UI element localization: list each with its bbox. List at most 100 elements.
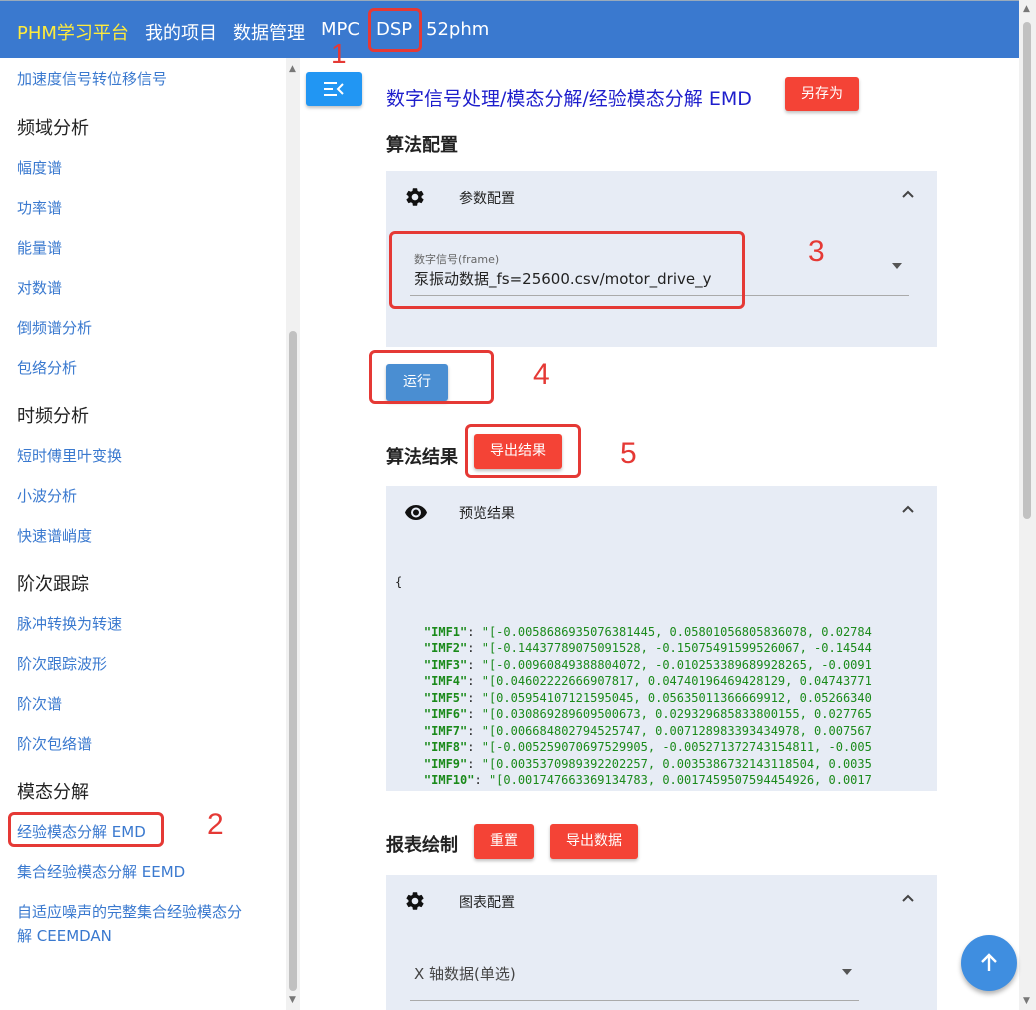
scroll-up-arrow-icon[interactable]: ▲ [289,64,296,74]
annotation-number-3: 3 [808,235,825,268]
json-key: "IMF9" [423,756,468,771]
sidebar: 加速度信号转位移信号 频域分析 幅度谱 功率谱 能量谱 对数谱 倒频谱分析 包络… [0,58,300,1010]
collapse-sidebar-button[interactable] [306,72,362,106]
menu-collapse-icon [324,82,344,96]
sidebar-item-wavelet[interactable]: 小波分析 [17,485,77,506]
json-line: "IMF10": "[0.001747663369134783, 0.00174… [423,773,872,787]
save-as-button[interactable]: 另存为 [785,77,859,111]
chevron-up-icon[interactable] [901,504,915,514]
json-key: "IMF1" [423,624,468,639]
select-underline [410,1000,859,1001]
sidebar-item-pulse-to-speed[interactable]: 脉冲转换为转速 [17,613,122,634]
export-data-button[interactable]: 导出数据 [550,824,638,859]
page-scrollbar[interactable]: ▲ ▼ [1019,0,1036,1010]
json-key: "IMF2" [423,641,468,655]
json-key: "IMF6" [423,707,468,721]
sidebar-item-energy-spectrum[interactable]: 能量谱 [17,237,62,258]
arrow-up-icon [981,953,997,971]
sidebar-heading-modal-decomposition: 模态分解 [17,782,89,803]
json-value: "[0.04602222666907817, 0.047401964694281… [481,674,872,688]
sidebar-item-stft[interactable]: 短时傅里叶变换 [17,445,122,466]
json-line: "IMF11": "[0.0002847159157008154, 0.0002… [395,789,937,790]
annotation-number-4: 4 [533,358,550,391]
sidebar-item-amplitude-spectrum[interactable]: 幅度谱 [17,157,62,178]
sidebar-heading-order-tracking: 阶次跟踪 [17,574,89,595]
preview-panel-header[interactable]: 预览结果 [386,486,937,538]
json-value: "[0.0035370989392202257, 0.0035386732143… [481,756,872,771]
sidebar-item-power-spectrum[interactable]: 功率谱 [17,197,62,218]
json-line: "IMF5": "[0.05954107121595045, 0.0563501… [423,690,872,705]
json-key: "IMF10" [423,773,475,787]
sidebar-item-envelope[interactable]: 包络分析 [17,357,77,378]
json-line: "IMF1": "[-0.0058686935076381445, 0.0580… [423,624,872,639]
json-preview: { "IMF1": "[-0.0058686935076381445, 0.05… [386,541,937,789]
preview-result-panel: 预览结果 { "IMF1": "[-0.0058686935076381445,… [386,486,937,791]
scroll-down-arrow-icon[interactable]: ▼ [1023,996,1030,1006]
json-line: "IMF2": "[-0.14437789075091528, -0.15075… [423,641,872,655]
json-value: "[-0.00960849388804072, -0.0102533896899… [481,657,872,672]
json-line: "IMF9": "[0.0035370989392202257, 0.00353… [423,756,872,771]
json-line: "IMF8": "[-0.005259070697529905, -0.0052… [423,740,872,754]
json-lines: "IMF1": "[-0.0058686935076381445, 0.0580… [395,624,937,790]
annotation-number-5: 5 [620,437,637,470]
param-panel-title: 参数配置 [459,191,515,207]
sidebar-item-cepstrum[interactable]: 倒频谱分析 [17,317,92,338]
nav-mpc[interactable]: MPC [321,19,360,40]
x-axis-select[interactable]: X 轴数据(单选) [414,963,516,984]
json-key: "IMF8" [423,740,468,754]
report-title: 报表绘制 [386,835,458,856]
sidebar-item-eemd[interactable]: 集合经验模态分解 EEMD [17,861,185,882]
sidebar-item-fast-kurtogram[interactable]: 快速谱峭度 [17,525,92,546]
chart-config-panel: 图表配置 X 轴数据(单选) [386,875,937,1010]
annotation-box-3 [389,231,745,309]
json-value: "[0.001747663369134783, 0.00174595075944… [488,773,872,787]
chevron-up-icon[interactable] [901,893,915,903]
eye-icon [405,505,427,520]
scroll-up-arrow-icon[interactable]: ▲ [1023,4,1030,14]
chart-panel-title: 图表配置 [459,895,515,911]
algo-config-title: 算法配置 [386,135,458,156]
json-value: "[0.030869289609500673, 0.02932968583380… [481,707,872,721]
sidebar-item-accel-to-disp[interactable]: 加速度信号转位移信号 [17,68,167,89]
breadcrumb: 数字信号处理/模态分解/经验模态分解 EMD [386,88,752,110]
nav-data-management[interactable]: 数据管理 [233,19,305,45]
sidebar-item-ceemdan[interactable]: 自适应噪声的完整集合经验模态分 [17,901,242,922]
caret-down-icon[interactable] [892,263,902,269]
nav-52phm[interactable]: 52phm [426,19,489,40]
sidebar-item-order-spectrum[interactable]: 阶次谱 [17,693,62,714]
caret-down-icon[interactable] [842,969,852,975]
sidebar-item-ceemdan-line2[interactable]: 解 CEEMDAN [17,925,112,946]
json-key: "IMF5" [423,690,468,705]
annotation-box-2 [8,812,164,847]
json-line: "IMF3": "[-0.00960849388804072, -0.01025… [423,657,872,672]
chevron-up-icon[interactable] [901,189,915,199]
scroll-down-arrow-icon[interactable]: ▼ [289,995,296,1005]
brand-logo[interactable]: PHM学习平台 [17,19,129,45]
top-navbar: PHM学习平台 我的项目 数据管理 MPC DSP 52phm [0,0,1036,58]
sidebar-heading-time-frequency: 时频分析 [17,406,89,427]
json-line: "IMF7": "[0.006684802794525747, 0.007128… [423,723,872,738]
page-scroll-thumb[interactable] [1023,22,1031,519]
sidebar-heading-frequency: 频域分析 [17,118,89,139]
sidebar-item-order-envelope[interactable]: 阶次包络谱 [17,733,92,754]
json-value: "[-0.14437789075091528, -0.1507549159952… [481,641,872,655]
chart-panel-header[interactable]: 图表配置 [386,875,937,927]
json-value: "[-0.0058686935076381445, 0.058010568058… [481,624,872,639]
annotation-number-2: 2 [207,808,224,841]
algo-result-title: 算法结果 [386,447,458,468]
json-key: "IMF4" [423,674,468,688]
preview-panel-title: 预览结果 [459,506,515,522]
json-key: "IMF3" [423,657,468,672]
back-to-top-button[interactable] [961,935,1017,991]
json-line: "IMF4": "[0.04602222666907817, 0.0474019… [423,674,872,688]
sidebar-scroll-thumb[interactable] [289,331,297,991]
json-value: "[-0.005259070697529905, -0.005271372743… [481,740,872,754]
sidebar-item-log-spectrum[interactable]: 对数谱 [17,277,62,298]
sidebar-item-order-waveform[interactable]: 阶次跟踪波形 [17,653,107,674]
json-value: "[0.006684802794525747, 0.00712898339343… [481,723,872,738]
json-value: "[0.05954107121595045, 0.056350113666699… [481,690,872,705]
nav-my-projects[interactable]: 我的项目 [145,19,217,45]
reset-button[interactable]: 重置 [474,824,534,859]
sidebar-scrollbar[interactable]: ▲ ▼ [286,58,300,1010]
param-panel-header[interactable]: 参数配置 [386,171,937,223]
